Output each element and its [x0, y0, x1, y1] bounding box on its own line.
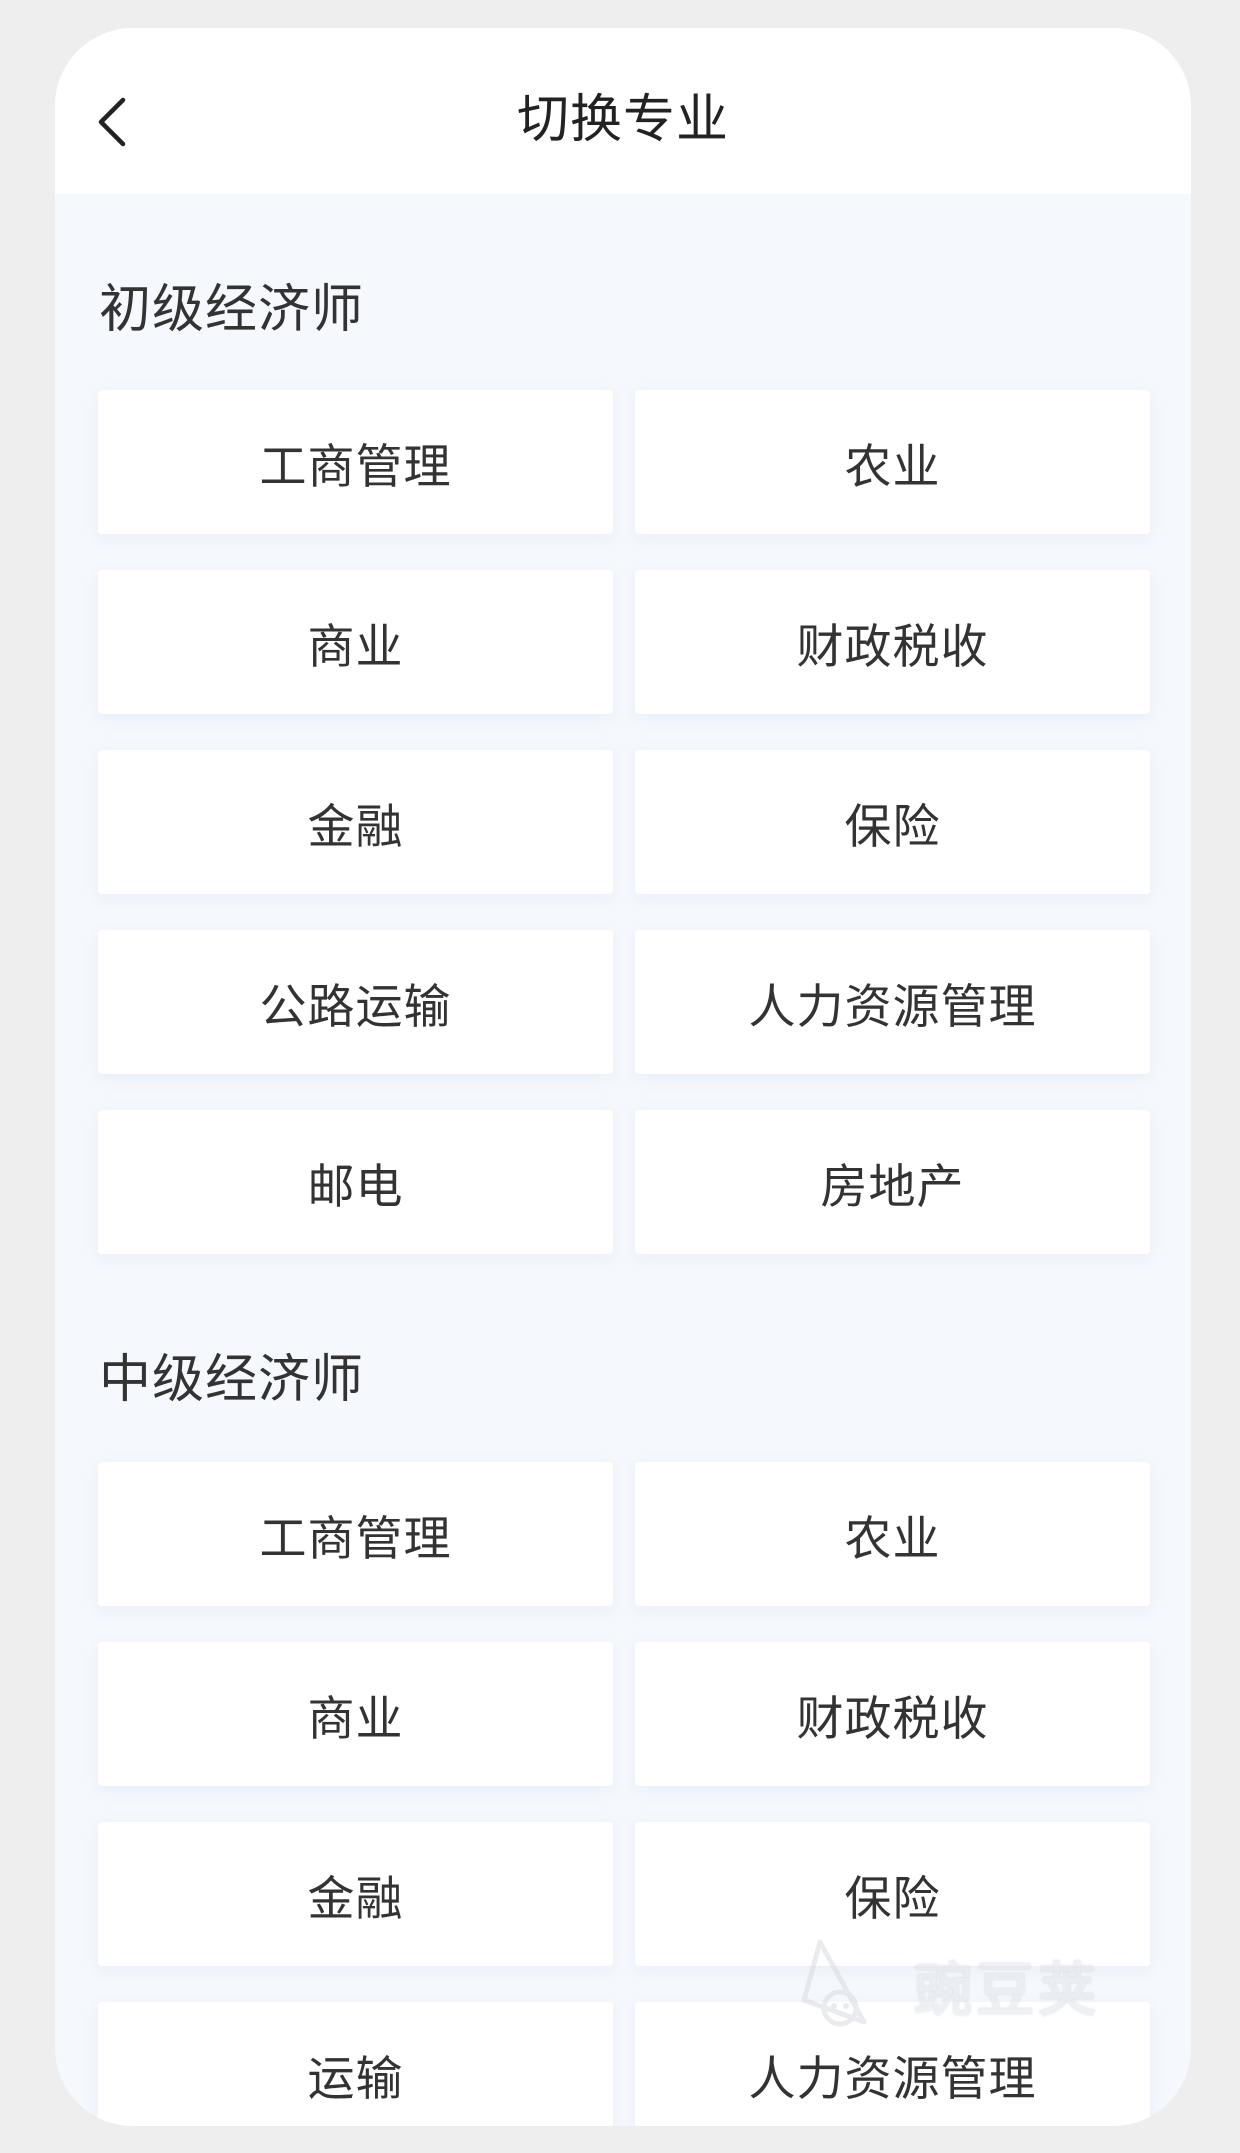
- major-option[interactable]: 房地产: [635, 1110, 1150, 1254]
- page-title: 切换专业: [516, 90, 729, 150]
- major-option[interactable]: 商业: [98, 570, 613, 714]
- section-title-junior: 初级经济师: [99, 280, 365, 340]
- major-option[interactable]: 农业: [635, 390, 1150, 534]
- watermark: 豌豆荚: [790, 1930, 1100, 2040]
- major-option[interactable]: 财政税收: [635, 1642, 1150, 1786]
- nav-bar: 切换专业: [55, 28, 1191, 194]
- major-option[interactable]: 农业: [635, 1462, 1150, 1606]
- major-option[interactable]: 邮电: [98, 1110, 613, 1254]
- major-option[interactable]: 财政税收: [635, 570, 1150, 714]
- major-option[interactable]: 人力资源管理: [635, 930, 1150, 1074]
- section-title-intermediate: 中级经济师: [99, 1350, 365, 1410]
- watermark-text: 豌豆荚: [914, 1956, 1101, 2024]
- major-option[interactable]: 金融: [98, 1822, 613, 1966]
- app-screen: 切换专业 初级经济师 工商管理 农业 商业 财政税收 金融 保险 公路运输 人力…: [55, 28, 1191, 2126]
- major-grid-junior: 工商管理 农业 商业 财政税收 金融 保险 公路运输 人力资源管理 邮电 房地产: [98, 390, 1150, 1254]
- major-option[interactable]: 工商管理: [98, 390, 613, 534]
- major-option[interactable]: 金融: [98, 750, 613, 894]
- major-option[interactable]: 保险: [635, 750, 1150, 894]
- major-option[interactable]: 公路运输: [98, 930, 613, 1074]
- wandoujia-logo-icon: [801, 1939, 867, 2027]
- major-option[interactable]: 运输: [98, 2002, 613, 2126]
- major-option[interactable]: 工商管理: [98, 1462, 613, 1606]
- major-option[interactable]: 商业: [98, 1642, 613, 1786]
